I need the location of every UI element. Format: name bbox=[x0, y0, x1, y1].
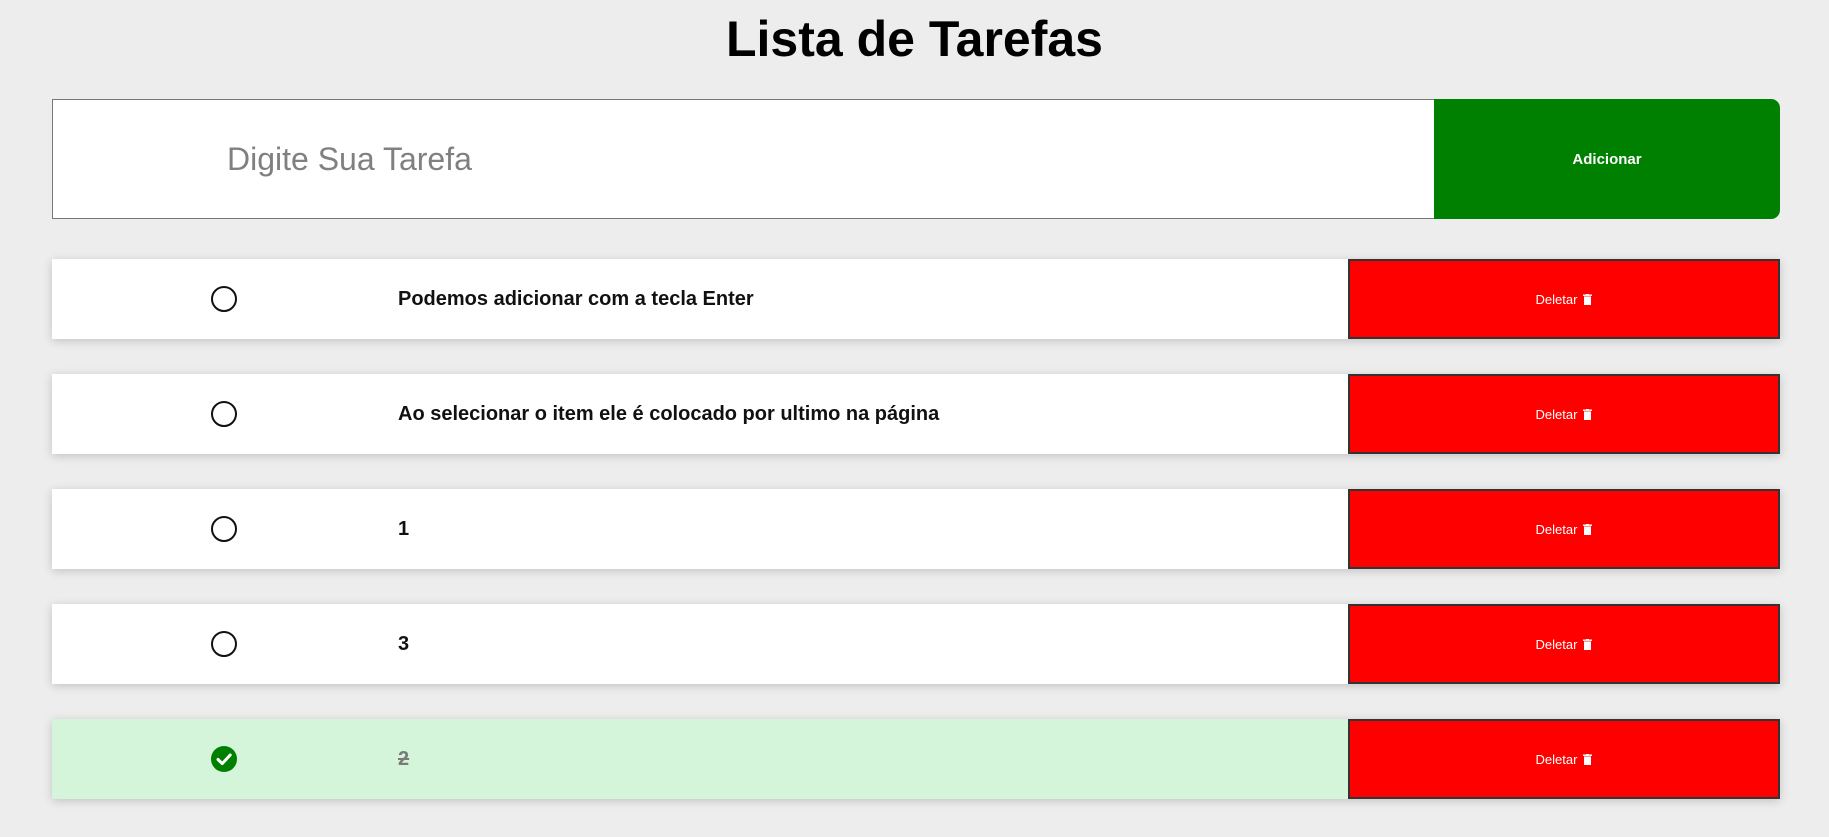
task-text: 2 bbox=[398, 748, 410, 770]
delete-label: Deletar bbox=[1535, 751, 1578, 767]
add-button[interactable]: Adicionar bbox=[1434, 99, 1780, 219]
task-item: Podemos adicionar com a tecla Enter Dele… bbox=[52, 259, 1780, 339]
trash-icon bbox=[1583, 293, 1593, 305]
delete-button[interactable]: Deletar bbox=[1348, 489, 1780, 569]
circle-check-icon[interactable] bbox=[211, 631, 237, 657]
delete-label: Deletar bbox=[1535, 636, 1578, 652]
page-title: Lista de Tarefas bbox=[725, 11, 1103, 67]
delete-button[interactable]: Deletar bbox=[1348, 374, 1780, 454]
task-item: 3 Deletar bbox=[52, 604, 1780, 684]
task-text: 3 bbox=[398, 633, 410, 655]
delete-button[interactable]: Deletar bbox=[1348, 604, 1780, 684]
task-text: 1 bbox=[398, 518, 410, 540]
delete-button[interactable]: Deletar bbox=[1348, 719, 1780, 799]
task-input[interactable] bbox=[52, 99, 1434, 219]
task-text: Podemos adicionar com a tecla Enter bbox=[398, 288, 754, 310]
task-item: 1 Deletar bbox=[52, 489, 1780, 569]
task-text: Ao selecionar o item ele é colocado por … bbox=[398, 403, 940, 425]
delete-label: Deletar bbox=[1535, 406, 1578, 422]
task-item-done: 2 Deletar bbox=[52, 719, 1780, 799]
circle-check-icon[interactable] bbox=[211, 401, 237, 427]
circle-check-icon[interactable] bbox=[211, 516, 237, 542]
trash-icon bbox=[1583, 753, 1593, 765]
delete-button[interactable]: Deletar bbox=[1348, 259, 1780, 339]
trash-icon bbox=[1583, 523, 1593, 535]
task-item: Ao selecionar o item ele é colocado por … bbox=[52, 374, 1780, 454]
delete-label: Deletar bbox=[1535, 521, 1578, 537]
delete-label: Deletar bbox=[1535, 291, 1578, 307]
task-list: Podemos adicionar com a tecla Enter Dele… bbox=[52, 259, 1780, 834]
trash-icon bbox=[1583, 638, 1593, 650]
check-circle-filled-icon[interactable] bbox=[211, 746, 237, 772]
trash-icon bbox=[1583, 408, 1593, 420]
circle-check-icon[interactable] bbox=[211, 286, 237, 312]
add-task-form: Adicionar bbox=[52, 99, 1780, 219]
